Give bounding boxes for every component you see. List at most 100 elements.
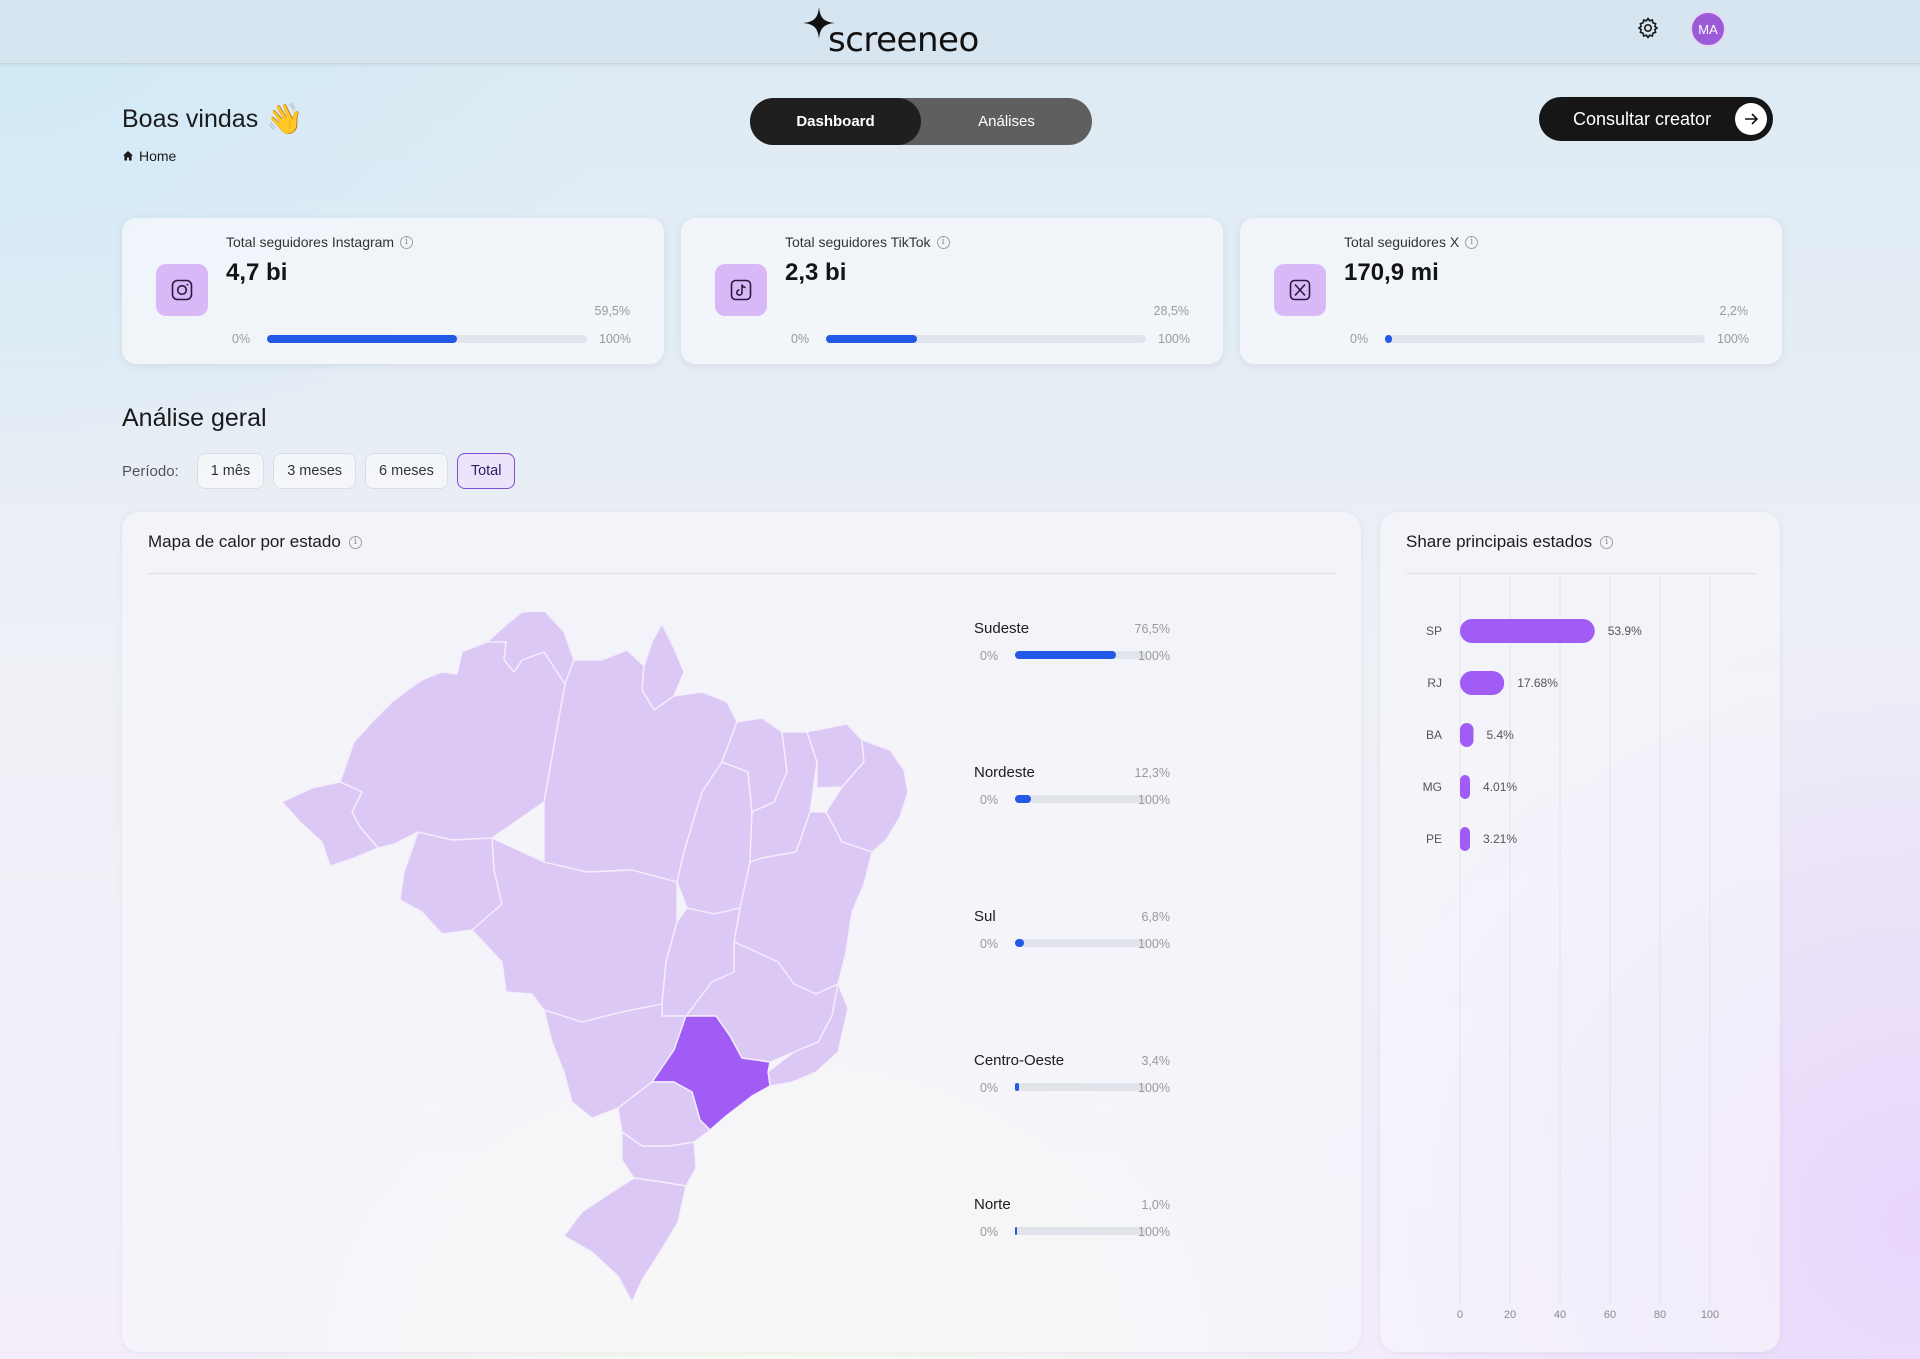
info-icon[interactable]: i <box>936 235 950 249</box>
category-label: BA <box>1426 728 1442 742</box>
breadcrumb[interactable]: Home <box>122 148 176 164</box>
region-name: Nordeste <box>974 764 1035 781</box>
category-label: PE <box>1426 832 1442 846</box>
bar-mg[interactable] <box>1460 775 1471 799</box>
progress-fill <box>826 335 918 343</box>
bar-sp[interactable] <box>1460 619 1595 643</box>
bar-pe[interactable] <box>1460 827 1470 851</box>
info-icon[interactable]: i <box>400 235 414 249</box>
progress-bar <box>1015 939 1147 947</box>
region-row-sudeste: Sudeste 76,5% 0% 100% <box>974 620 1194 680</box>
region-name: Centro-Oeste <box>974 1052 1065 1069</box>
stat-label: Total seguidores Instagram i <box>226 234 414 250</box>
info-icon[interactable]: i <box>1465 235 1479 249</box>
avatar[interactable]: MA <box>1690 11 1726 47</box>
stat-card-instagram: Total seguidores Instagram i 4,7 bi 59,5%… <box>122 218 664 364</box>
progress-fill <box>1015 795 1032 803</box>
view-toggle: Dashboard Análises <box>750 98 1092 145</box>
region-min-label: 0% <box>980 1225 999 1239</box>
progress-bar <box>1385 335 1705 343</box>
map-state <box>563 1177 687 1303</box>
region-max-label: 100% <box>1138 937 1170 951</box>
stat-percent: 2,2% <box>1719 304 1749 318</box>
progress-bar <box>1015 1227 1147 1235</box>
x-tick-label: 20 <box>1504 1309 1516 1321</box>
instagram-icon <box>156 264 208 316</box>
data-label: 3.21% <box>1483 832 1517 846</box>
screeneo-logo[interactable]: screeneo <box>800 6 990 60</box>
stat-value: 170,9 mi <box>1344 259 1439 286</box>
bar-min-label: 0% <box>1350 332 1369 346</box>
region-percent: 3,4% <box>1141 1054 1171 1068</box>
bar-max-label: 100% <box>599 332 631 346</box>
stat-label: Total seguidores TikTok i <box>785 234 950 250</box>
region-max-label: 100% <box>1138 1225 1170 1239</box>
page-title: Boas vindas <box>122 105 259 133</box>
greeting: Boas vindas 👋 <box>122 102 304 137</box>
progress-fill <box>1385 335 1393 343</box>
stat-value: 2,3 bi <box>785 259 847 286</box>
category-label: SP <box>1426 624 1442 638</box>
bar-min-label: 0% <box>791 332 810 346</box>
panel-title: Mapa de calor por estado i <box>148 532 362 552</box>
x-tick-label: 80 <box>1654 1309 1666 1321</box>
home-icon <box>123 151 133 161</box>
tab-analises[interactable]: Análises <box>921 98 1092 145</box>
brazil-map <box>282 612 909 1303</box>
progress-bar <box>1015 1083 1147 1091</box>
stat-percent: 59,5% <box>594 304 630 318</box>
progress-bar <box>826 335 1146 343</box>
stat-percent: 28,5% <box>1153 304 1189 318</box>
info-icon[interactable]: i <box>348 535 362 549</box>
data-label: 17.68% <box>1517 676 1558 690</box>
region-name: Norte <box>974 1196 1011 1213</box>
period-3-meses[interactable]: 3 meses <box>273 453 357 489</box>
x-tick-label: 100 <box>1701 1309 1719 1321</box>
region-max-label: 100% <box>1138 793 1170 807</box>
progress-bar <box>1015 651 1147 659</box>
region-row-sul: Sul 6,8% 0% 100% <box>974 908 1194 968</box>
progress-bar <box>1015 795 1147 803</box>
bar-max-label: 100% <box>1158 332 1190 346</box>
progress-fill <box>267 335 458 343</box>
x-tick-label: 40 <box>1554 1309 1566 1321</box>
tab-dashboard[interactable]: Dashboard <box>750 98 921 145</box>
logo-text: screeneo <box>828 20 979 60</box>
period-1-mes[interactable]: 1 mês <box>196 453 265 489</box>
divider <box>148 573 1336 574</box>
x-tick-label: 60 <box>1604 1309 1616 1321</box>
data-label: 53.9% <box>1608 624 1642 638</box>
bar-rj[interactable] <box>1460 671 1505 695</box>
region-min-label: 0% <box>980 937 999 951</box>
waving-hand-emoji: 👋 <box>266 103 304 136</box>
region-percent: 12,3% <box>1134 766 1170 780</box>
gear-icon[interactable] <box>1636 16 1660 40</box>
cta-label: Consultar creator <box>1573 108 1712 129</box>
region-row-centro-oeste: Centro-Oeste 3,4% 0% 100% <box>974 1052 1194 1112</box>
section-title: Análise geral <box>122 404 267 432</box>
period-total[interactable]: Total <box>456 453 516 489</box>
share-bar-chart: 0 20 40 60 80 100 SP 53.9% RJ 17.68% BA 5.4% MG 4.01%… <box>1423 576 1719 1321</box>
map-state <box>339 631 566 849</box>
consultar-creator-button[interactable]: Consultar creator <box>1539 97 1773 141</box>
stat-card-x: Total seguidores Xi 170,9 mi 2,2% 0% 100… <box>1240 218 1782 364</box>
bar-min-label: 0% <box>232 332 251 346</box>
breadcrumb-home[interactable]: Home <box>139 148 176 164</box>
data-label: 5.4% <box>1487 728 1515 742</box>
bar-max-label: 100% <box>1717 332 1749 346</box>
x-tick-label: 0 <box>1457 1309 1463 1321</box>
region-percent: 76,5% <box>1134 622 1170 636</box>
period-6-meses[interactable]: 6 meses <box>365 453 448 489</box>
bar-ba[interactable] <box>1460 723 1474 747</box>
region-percent: 6,8% <box>1141 910 1171 924</box>
stat-label: Total seguidores Xi <box>1344 234 1479 250</box>
progress-fill <box>1015 1083 1020 1091</box>
region-min-label: 0% <box>980 1081 999 1095</box>
progress-fill <box>1015 939 1024 947</box>
region-max-label: 100% <box>1138 649 1170 663</box>
category-label: MG <box>1423 780 1442 794</box>
data-label: 4.01% <box>1483 780 1517 794</box>
region-name: Sul <box>974 908 996 925</box>
arrow-right-icon <box>1735 103 1767 135</box>
progress-fill <box>1015 651 1116 659</box>
